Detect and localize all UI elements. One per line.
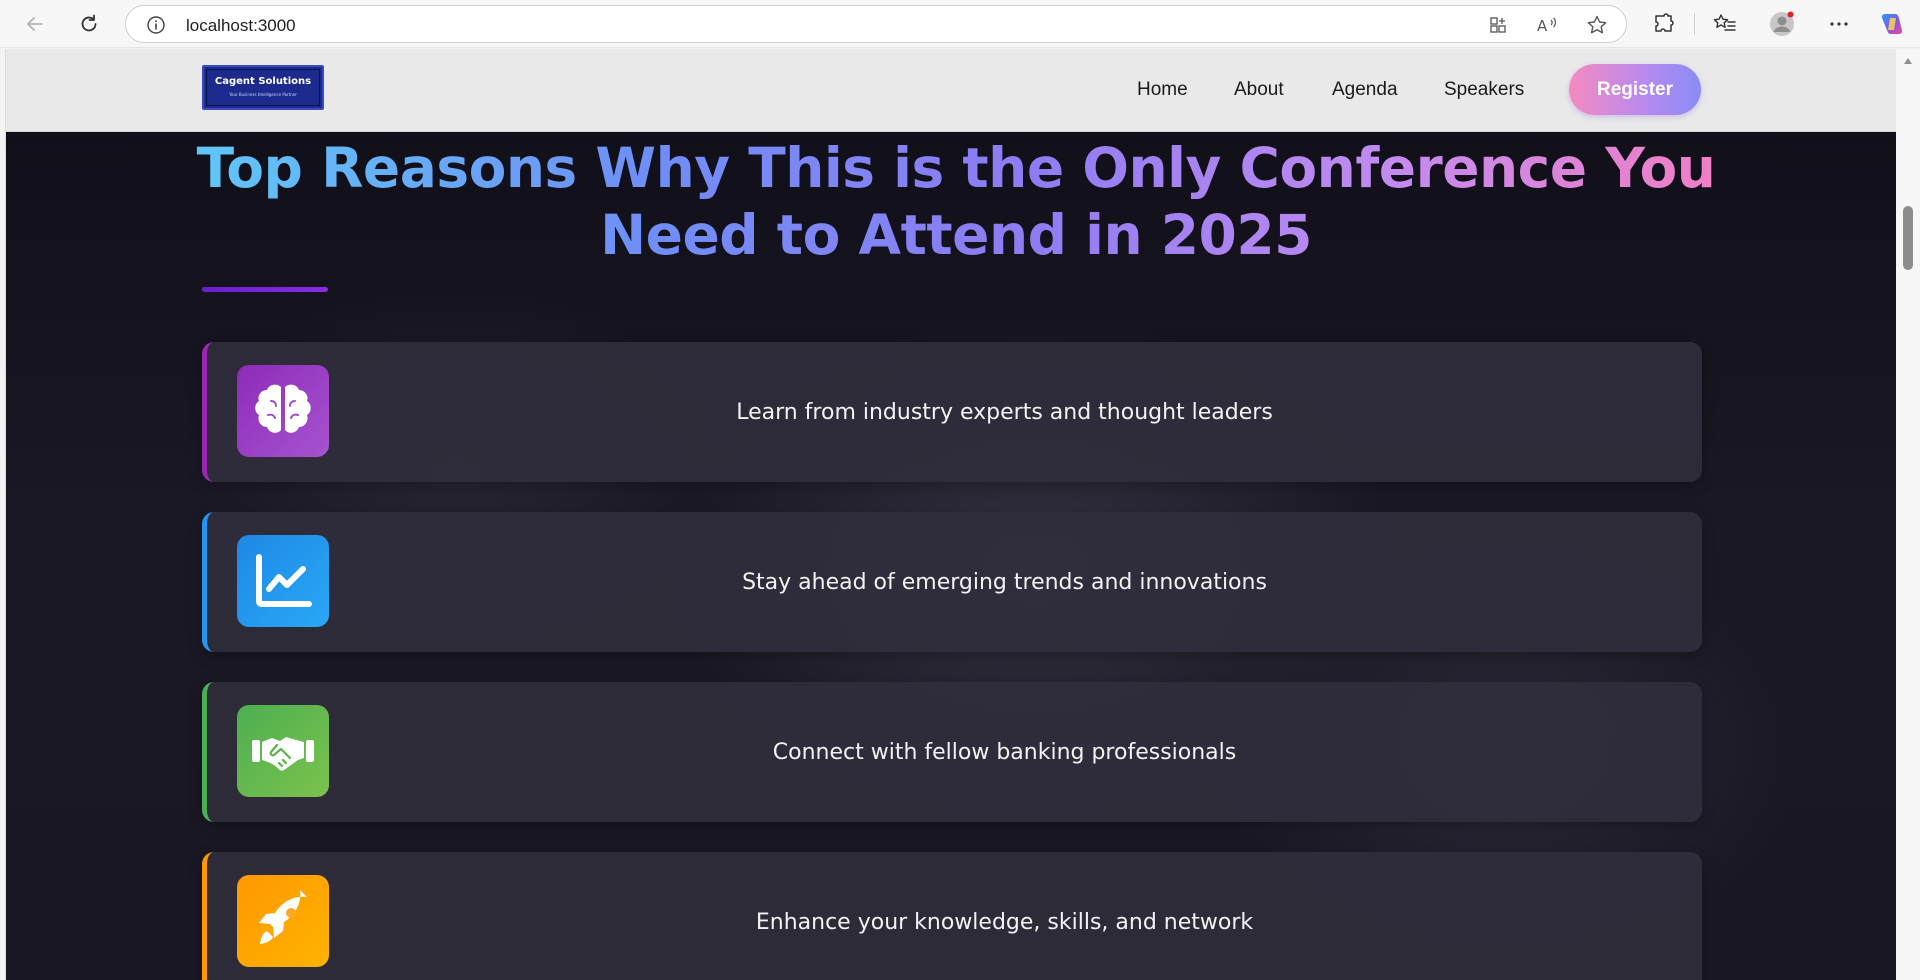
browser-toolbar: localhost:3000 A bbox=[0, 0, 1920, 48]
nav-speakers[interactable]: Speakers bbox=[1444, 79, 1524, 101]
handshake-icon bbox=[252, 737, 314, 771]
nav-about[interactable]: About bbox=[1234, 79, 1284, 101]
reason-card: Enhance your knowledge, skills, and netw… bbox=[202, 852, 1702, 980]
brain-icon bbox=[255, 384, 311, 433]
reason-icon-box bbox=[237, 365, 329, 457]
reload-button[interactable] bbox=[71, 6, 107, 42]
logo-subtitle: Your Business Intelligence Partner bbox=[229, 92, 297, 97]
register-button[interactable]: Register bbox=[1569, 64, 1701, 115]
back-arrow-icon bbox=[27, 17, 43, 31]
reason-text: Enhance your knowledge, skills, and netw… bbox=[755, 909, 1254, 935]
reason-card: Stay ahead of emerging trends and innova… bbox=[202, 512, 1702, 652]
app-available-icon[interactable] bbox=[1487, 14, 1509, 36]
extensions-icon[interactable] bbox=[1650, 10, 1678, 38]
toolbar-divider bbox=[1694, 13, 1695, 35]
reason-text: Stay ahead of emerging trends and innova… bbox=[742, 569, 1267, 595]
reason-text: Connect with fellow banking professional… bbox=[772, 739, 1237, 765]
profile-avatar-icon[interactable] bbox=[1768, 10, 1796, 38]
page-scrollbar[interactable] bbox=[1896, 49, 1920, 980]
heading-underline bbox=[202, 287, 328, 292]
page-viewport: Cagent Solutions Your Business Intellige… bbox=[5, 49, 1896, 980]
scroll-up-arrow-icon[interactable] bbox=[1903, 57, 1913, 65]
reason-text: Learn from industry experts and thought … bbox=[736, 399, 1273, 425]
reason-icon-box bbox=[237, 705, 329, 797]
nav-home[interactable]: Home bbox=[1137, 79, 1188, 101]
read-aloud-icon[interactable]: A bbox=[1536, 14, 1558, 36]
reason-card: Connect with fellow banking professional… bbox=[202, 682, 1702, 822]
trend-chart-icon bbox=[256, 554, 312, 607]
company-logo[interactable]: Cagent Solutions Your Business Intellige… bbox=[202, 65, 324, 110]
back-button[interactable] bbox=[17, 6, 53, 42]
favorites-list-icon[interactable] bbox=[1711, 10, 1739, 38]
reload-icon bbox=[81, 14, 97, 32]
scroll-thumb[interactable] bbox=[1903, 206, 1913, 270]
address-bar[interactable]: localhost:3000 A bbox=[125, 5, 1627, 43]
reason-card: Learn from industry experts and thought … bbox=[202, 342, 1702, 482]
reason-icon-box bbox=[237, 875, 329, 967]
url-text[interactable]: localhost:3000 bbox=[186, 16, 296, 36]
reason-icon-box bbox=[237, 535, 329, 627]
copilot-icon[interactable] bbox=[1878, 10, 1906, 38]
nav-agenda[interactable]: Agenda bbox=[1332, 79, 1398, 101]
heading-line-2: Need to Attend in 2025 bbox=[600, 203, 1312, 267]
svg-text:A: A bbox=[1537, 17, 1548, 35]
section-heading: Top Reasons Why This is the Only Confere… bbox=[186, 135, 1726, 269]
site-header: Cagent Solutions Your Business Intellige… bbox=[6, 49, 1896, 132]
site-info-icon[interactable] bbox=[146, 15, 166, 39]
more-options-icon[interactable] bbox=[1825, 10, 1853, 38]
rocket-icon bbox=[259, 890, 307, 944]
favorite-star-icon[interactable] bbox=[1586, 14, 1608, 36]
heading-line-1: Top Reasons Why This is the Only Confere… bbox=[196, 136, 1716, 200]
logo-title: Cagent Solutions bbox=[214, 76, 312, 87]
